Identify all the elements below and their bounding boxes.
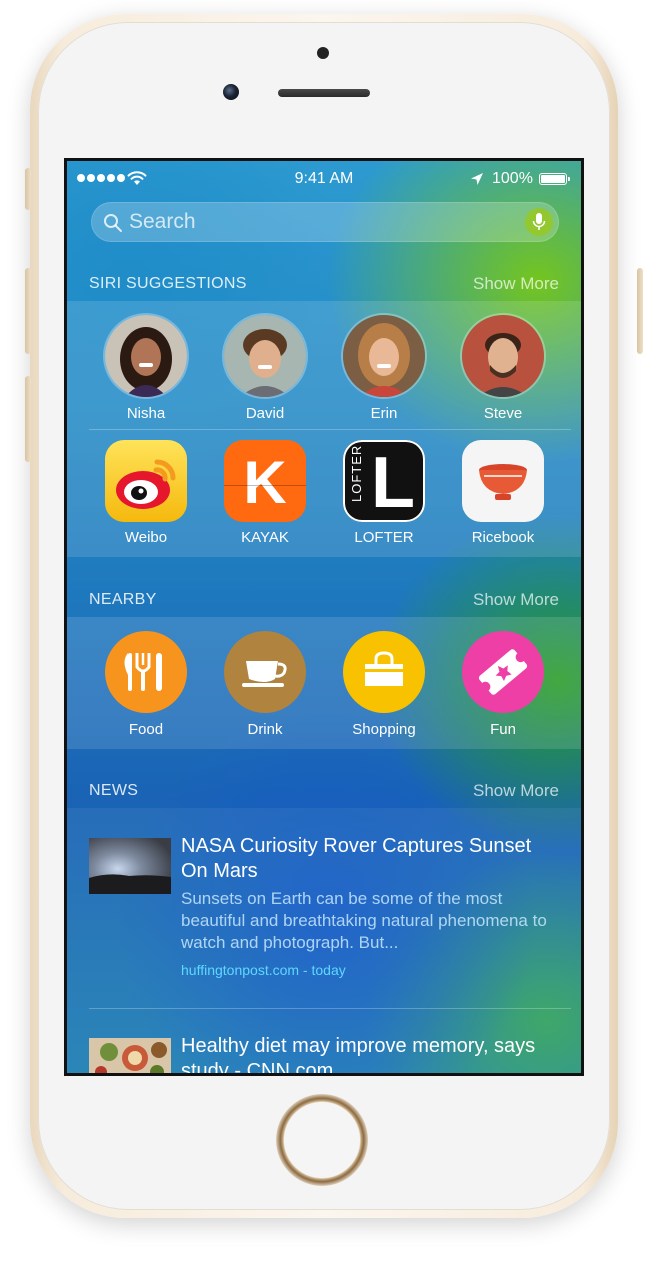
app-name: Weibo bbox=[124, 529, 168, 546]
nearby-label: Food bbox=[128, 721, 164, 738]
battery-percentage: 100% bbox=[492, 170, 533, 187]
news-headline: NASA Curiosity Rover Captures Sunset On … bbox=[181, 835, 532, 882]
news-title: NEWS bbox=[89, 782, 139, 799]
food-icon bbox=[105, 631, 187, 713]
search-input[interactable]: Search bbox=[129, 210, 196, 234]
siri-suggestions-title: SIRI SUGGESTIONS bbox=[89, 275, 247, 292]
avatar bbox=[343, 315, 425, 397]
lofter-side-text: LOFTER bbox=[349, 444, 364, 502]
siri-suggestions-show-more[interactable]: Show More bbox=[473, 274, 559, 294]
mute-switch bbox=[25, 168, 31, 210]
nearby-label: Fun bbox=[490, 721, 516, 738]
volume-down-button bbox=[25, 376, 31, 462]
avatar bbox=[224, 315, 306, 397]
contact-name: Erin bbox=[370, 405, 398, 422]
microphone-button[interactable] bbox=[525, 208, 553, 236]
kayak-glyph: K bbox=[243, 449, 287, 516]
app-name: Ricebook bbox=[471, 529, 535, 546]
nearby-label: Drink bbox=[247, 721, 283, 738]
contact-name: Steve bbox=[483, 405, 523, 422]
coffee-cup-icon bbox=[224, 631, 306, 713]
shopping-bag-icon bbox=[343, 631, 425, 713]
news-thumbnail-food bbox=[89, 1038, 171, 1073]
avatar bbox=[105, 315, 187, 397]
divider bbox=[89, 1008, 571, 1009]
nearby-show-more[interactable]: Show More bbox=[473, 590, 559, 610]
status-bar: 9:41 AM 100% bbox=[67, 161, 581, 197]
ricebook-app-icon bbox=[462, 440, 544, 522]
news-show-more[interactable]: Show More bbox=[473, 781, 559, 801]
screen: 9:41 AM 100% Search SIRI SUGGESTIONS Sho… bbox=[64, 158, 584, 1076]
app-name: KAYAK bbox=[241, 529, 289, 546]
location-arrow-icon bbox=[471, 173, 483, 185]
home-button[interactable] bbox=[276, 1094, 368, 1186]
weibo-app-icon bbox=[105, 440, 187, 522]
search-icon bbox=[104, 214, 122, 232]
contact-name: Nisha bbox=[126, 405, 166, 422]
proximity-sensor bbox=[317, 47, 329, 59]
kayak-app-icon: K bbox=[224, 440, 306, 522]
news-thumbnail-mars bbox=[89, 838, 171, 894]
news-snippet: Sunsets on Earth can be some of the most… bbox=[181, 889, 547, 952]
ticket-icon bbox=[462, 631, 544, 713]
nearby-label: Shopping bbox=[352, 721, 416, 738]
front-camera bbox=[223, 84, 239, 100]
microphone-icon bbox=[532, 213, 546, 230]
nearby-title: NEARBY bbox=[89, 591, 157, 608]
divider bbox=[89, 429, 571, 430]
news-headline: Healthy diet may improve memory, says st… bbox=[181, 1035, 536, 1076]
news-source: huffingtonpost.com - today bbox=[181, 962, 346, 978]
contact-name: David bbox=[245, 405, 285, 422]
avatar bbox=[462, 315, 544, 397]
battery-icon bbox=[539, 173, 570, 185]
lofter-glyph: L bbox=[371, 443, 415, 522]
earpiece-speaker bbox=[278, 89, 370, 97]
search-bar[interactable]: Search bbox=[91, 202, 559, 242]
lofter-app-icon: LOFTER L bbox=[343, 440, 425, 522]
app-name: LOFTER bbox=[354, 529, 414, 546]
power-button bbox=[637, 268, 643, 354]
volume-up-button bbox=[25, 268, 31, 354]
